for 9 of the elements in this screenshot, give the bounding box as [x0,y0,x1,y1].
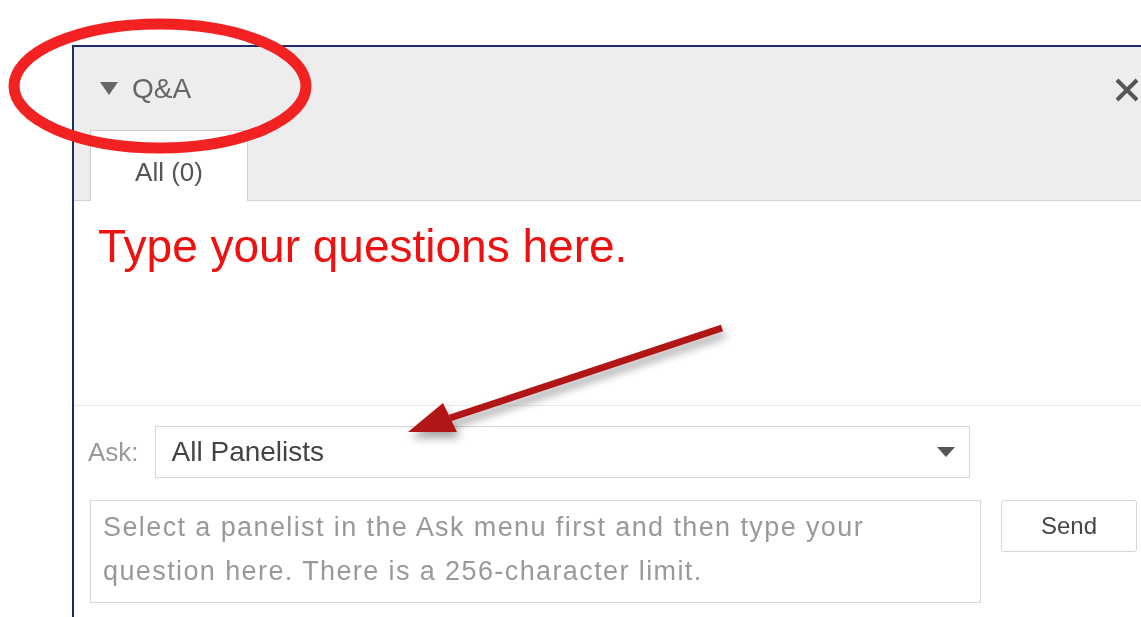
send-button[interactable]: Send [1001,500,1137,552]
question-field[interactable]: Select a panelist in the Ask menu first and then type your question here. There is a 256-character limit. [90,500,981,603]
ask-label: Ask: [88,436,139,468]
annotation-text: Type your questions here. [98,219,629,273]
ask-dropdown[interactable]: All Panelists [154,426,970,478]
panel-title: Q&A [132,72,192,105]
dropdown-caret-icon[interactable] [936,446,955,458]
close-icon[interactable] [1114,77,1140,103]
collapse-triangle-icon[interactable] [100,81,118,96]
